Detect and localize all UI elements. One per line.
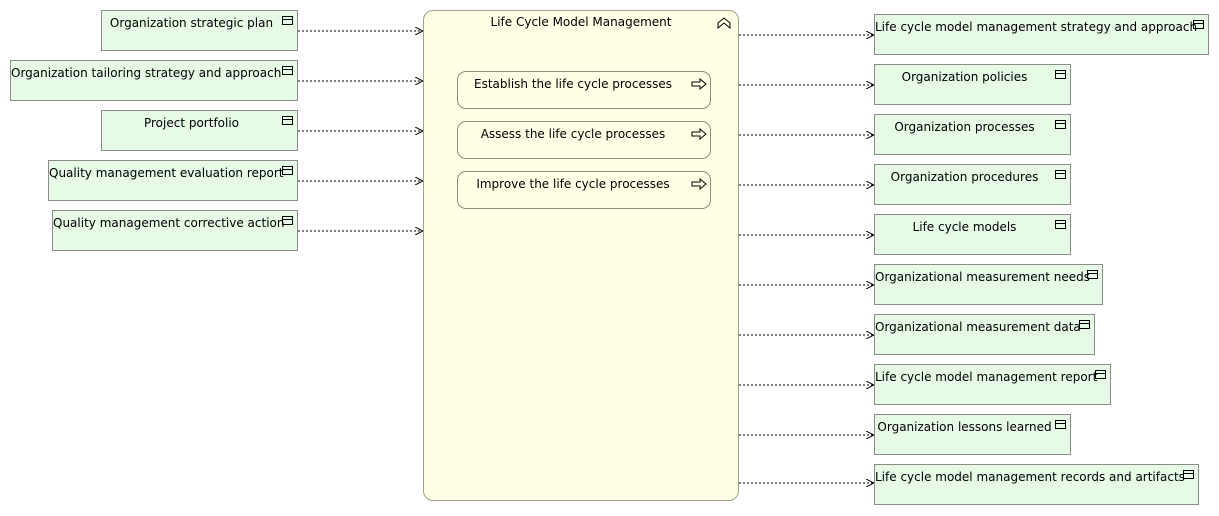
output-object[interactable]: Organization processes	[874, 114, 1071, 155]
input-object[interactable]: Quality management evaluation report	[48, 160, 298, 201]
input-object[interactable]: Organization tailoring strategy and appr…	[10, 60, 298, 101]
business-object-icon	[1079, 320, 1090, 329]
input-object[interactable]: Organization strategic plan	[101, 10, 298, 51]
output-object[interactable]: Organization policies	[874, 64, 1071, 105]
business-object-icon	[282, 216, 293, 225]
business-object-icon	[1193, 20, 1204, 29]
output-object-label: Organization procedures	[890, 170, 1039, 184]
input-object-label: Quality management evaluation report	[49, 166, 284, 180]
process-arrow-icon	[691, 78, 707, 90]
subprocess-label: Assess the life cycle processes	[480, 127, 666, 141]
input-object-label: Quality management corrective action	[53, 216, 285, 230]
business-object-icon	[282, 66, 293, 75]
business-object-icon	[1095, 370, 1106, 379]
input-object-label: Project portfolio	[143, 116, 240, 130]
process-arrow-icon	[691, 178, 707, 190]
output-object[interactable]: Organization procedures	[874, 164, 1071, 205]
output-object[interactable]: Life cycle models	[874, 214, 1071, 255]
output-object[interactable]: Life cycle model management report	[874, 364, 1111, 405]
life-cycle-model-management-process[interactable]: Life Cycle Model Management Establish th…	[423, 10, 739, 501]
business-object-icon	[1055, 220, 1066, 229]
business-object-icon	[1055, 120, 1066, 129]
output-object[interactable]: Organization lessons learned	[874, 414, 1071, 455]
business-object-icon	[1183, 470, 1194, 479]
output-object-label: Organization processes	[894, 120, 1035, 134]
subprocess-assess[interactable]: Assess the life cycle processes	[457, 121, 711, 159]
input-object[interactable]: Quality management corrective action	[52, 210, 298, 251]
subprocess-improve[interactable]: Improve the life cycle processes	[457, 171, 711, 209]
output-object-label: Life cycle model management strategy and…	[875, 20, 1198, 34]
chevron-up-icon[interactable]	[716, 17, 732, 29]
subprocess-establish[interactable]: Establish the life cycle processes	[457, 71, 711, 109]
output-object-label: Organizational measurement data	[875, 320, 1081, 334]
output-object-label: Life cycle model management report	[875, 370, 1098, 384]
output-object-label: Life cycle models	[912, 220, 1017, 234]
business-object-icon	[1055, 170, 1066, 179]
output-object-label: Organization lessons learned	[877, 420, 1052, 434]
input-object-label: Organization strategic plan	[109, 16, 274, 30]
business-object-icon	[282, 166, 293, 175]
business-object-icon	[1055, 420, 1066, 429]
output-object-label: Organization policies	[901, 70, 1028, 84]
process-title: Life Cycle Model Management	[490, 15, 672, 29]
business-object-icon	[282, 116, 293, 125]
input-object-label: Organization tailoring strategy and appr…	[11, 66, 282, 80]
process-arrow-icon	[691, 128, 707, 140]
output-object-label: Organizational measurement needs	[875, 270, 1090, 284]
output-object[interactable]: Organizational measurement data	[874, 314, 1095, 355]
business-object-icon	[1055, 70, 1066, 79]
subprocess-label: Improve the life cycle processes	[476, 177, 670, 191]
output-object[interactable]: Life cycle model management strategy and…	[874, 14, 1209, 55]
business-object-icon	[282, 16, 293, 25]
output-object[interactable]: Organizational measurement needs	[874, 264, 1103, 305]
input-object[interactable]: Project portfolio	[101, 110, 298, 151]
business-object-icon	[1087, 270, 1098, 279]
subprocess-label: Establish the life cycle processes	[473, 77, 673, 91]
output-object[interactable]: Life cycle model management records and …	[874, 464, 1199, 505]
output-object-label: Life cycle model management records and …	[875, 470, 1185, 484]
